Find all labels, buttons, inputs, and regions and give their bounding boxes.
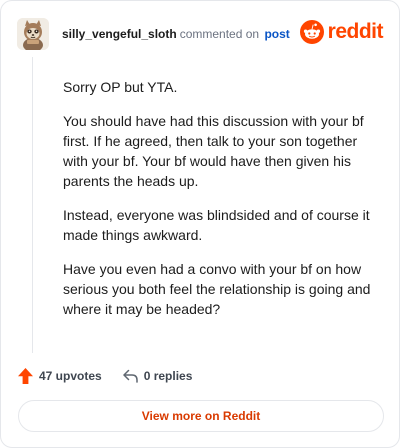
view-more-on-reddit-button[interactable]: View more on Reddit [18, 400, 384, 432]
comment-paragraph: Instead, everyone was blindsided and of … [63, 207, 370, 243]
comment-body: Sorry OP but YTA. You should have had th… [63, 77, 385, 333]
comment-paragraph: Sorry OP but YTA. [63, 79, 178, 95]
reply-arrow-icon [122, 369, 138, 383]
upvote-count: 47 upvotes [39, 369, 102, 383]
reddit-comment-embed: silly_vengeful_sloth commented on post re… [0, 0, 400, 448]
user-avatar[interactable] [17, 18, 49, 50]
comment-meta: silly_vengeful_sloth commented on post [62, 26, 290, 42]
comment-actions: 47 upvotes 0 replies [17, 365, 192, 387]
post-link[interactable]: post [264, 27, 289, 41]
upvote-button[interactable]: 47 upvotes [17, 367, 102, 385]
reply-count: 0 replies [143, 369, 193, 383]
comment-paragraph: Have you even had a convo with your bf o… [63, 261, 371, 317]
commented-on-text: commented on [179, 27, 260, 41]
reddit-logo[interactable]: reddit [299, 20, 384, 44]
upvote-arrow-icon [18, 368, 33, 384]
sloth-avatar-icon [17, 18, 49, 50]
reddit-snoo-icon [299, 20, 324, 44]
thread-line [32, 57, 33, 353]
comment-paragraph: You should have had this discussion with… [63, 113, 364, 189]
username[interactable]: silly_vengeful_sloth [62, 27, 177, 41]
replies-button[interactable]: 0 replies [122, 368, 193, 384]
reddit-wordmark: reddit [327, 20, 384, 43]
comment-header: silly_vengeful_sloth commented on post re… [17, 16, 384, 52]
